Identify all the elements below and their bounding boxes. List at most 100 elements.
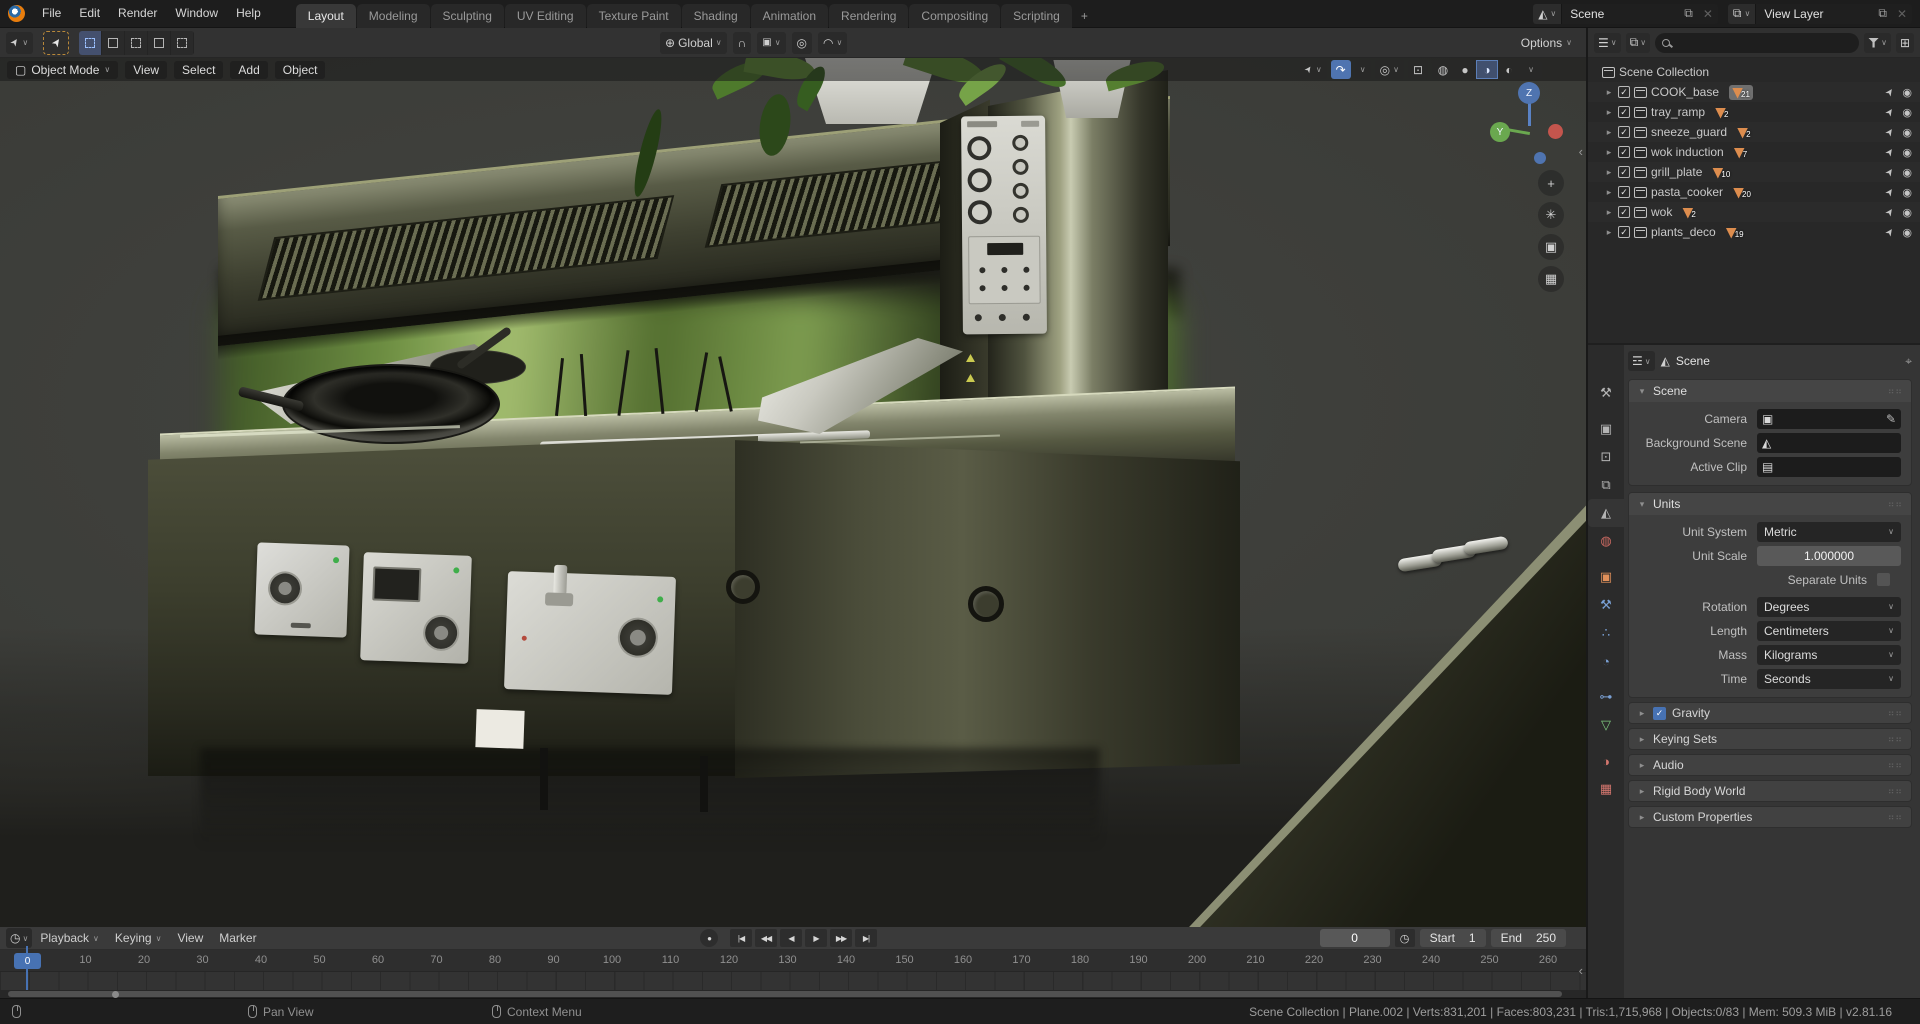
exclude-checkbox[interactable]: ✓ [1618, 166, 1630, 178]
outliner-row-sneeze-guard[interactable]: ▸ ✓ sneeze_guard 2 ➤ ◉ [1588, 122, 1920, 142]
start-frame-field[interactable]: Start 1 [1419, 929, 1486, 947]
menu-edit[interactable]: Edit [70, 0, 109, 27]
disclosure-icon[interactable]: ▸ [1604, 187, 1614, 198]
drag-handle-icon[interactable]: ⠶⠶ [1888, 708, 1903, 719]
tab-sculpting[interactable]: Sculpting [430, 3, 504, 28]
tab-object[interactable]: ▣ [1588, 563, 1624, 591]
menu-marker[interactable]: Marker [211, 931, 264, 945]
selectable-icon[interactable]: ➤ [1883, 145, 1897, 158]
zoom-button[interactable]: + [1538, 170, 1564, 196]
hide-viewport-icon[interactable]: ◉ [1902, 146, 1912, 159]
tab-uv-editing[interactable]: UV Editing [504, 3, 586, 28]
exclude-checkbox[interactable]: ✓ [1618, 206, 1630, 218]
tab-texture-paint[interactable]: Texture Paint [586, 3, 681, 28]
hide-viewport-icon[interactable]: ◉ [1902, 166, 1912, 179]
custom-properties-panel-header[interactable]: ▸ Custom Properties ⠶⠶ [1628, 806, 1912, 828]
prev-keyframe-button[interactable]: ◀◀ [755, 929, 777, 947]
current-frame-field[interactable]: 0 [1319, 929, 1390, 947]
gizmos-dropdown[interactable]: ∨ [1354, 60, 1371, 79]
units-panel-header[interactable]: ▾ Units ⠶⠶ [1629, 493, 1911, 515]
gravity-checkbox[interactable]: ✓ [1653, 706, 1666, 720]
hide-viewport-icon[interactable]: ◉ [1902, 186, 1912, 199]
pin-icon[interactable]: ⌖ [1905, 354, 1912, 369]
jump-to-end-button[interactable]: ▶| [855, 929, 877, 947]
length-dropdown[interactable]: Centimeters ∨ [1757, 620, 1901, 641]
menu-object[interactable]: Object [274, 60, 326, 79]
selectable-icon[interactable]: ➤ [1883, 205, 1897, 218]
menu-view[interactable]: View [125, 60, 168, 79]
selectable-icon[interactable]: ➤ [1883, 105, 1897, 118]
timeline-scrollbar[interactable] [0, 990, 1586, 998]
tab-compositing[interactable]: Compositing [909, 3, 1001, 28]
disclosure-icon[interactable]: ▸ [1604, 87, 1614, 98]
view-layer-browse-button[interactable]: ⧉ ∨ [1727, 3, 1756, 24]
axis-neg-z-handle[interactable] [1534, 152, 1546, 164]
hide-viewport-icon[interactable]: ◉ [1902, 86, 1912, 99]
next-keyframe-button[interactable]: ▶▶ [830, 929, 852, 947]
scene-name-field[interactable]: Scene [1561, 3, 1680, 24]
scene-unlink-button[interactable]: ✕ [1697, 3, 1718, 24]
shading-rendered-button[interactable]: ◐ [1498, 60, 1520, 79]
disclosure-icon[interactable]: ▸ [1604, 107, 1614, 118]
select-mode-invert-button[interactable] [148, 30, 172, 55]
3d-viewport[interactable]: ▢ Object Mode ∨ View Select Add Object ➤… [0, 58, 1586, 927]
outliner-editor-dropdown[interactable]: ☰ ∨ [1594, 32, 1621, 53]
disclosure-icon[interactable]: ▸ [1604, 167, 1614, 178]
camera-view-button[interactable]: ▣ [1538, 234, 1564, 260]
outliner-row-tray-ramp[interactable]: ▸ ✓ tray_ramp 2 ➤ ◉ [1588, 102, 1920, 122]
proportional-edit-button[interactable]: ◎ [791, 31, 813, 54]
hide-viewport-icon[interactable]: ◉ [1902, 126, 1912, 139]
timeline-ruler[interactable]: 0 10 20 30 40 50 60 70 80 90 100 110 120… [0, 950, 1586, 972]
hide-viewport-icon[interactable]: ◉ [1902, 226, 1912, 239]
view-layer-copy-button[interactable]: ⧉ [1873, 3, 1892, 24]
unit-scale-slider[interactable]: 1.000000 [1757, 545, 1901, 566]
active-tool-selector[interactable]: ➤ ∨ [6, 31, 34, 54]
outliner-row-grill-plate[interactable]: ▸ ✓ grill_plate 10 ➤ ◉ [1588, 162, 1920, 182]
exclude-checkbox[interactable]: ✓ [1618, 106, 1630, 118]
drag-handle-icon[interactable]: ⠶⠶ [1888, 812, 1903, 823]
tab-world[interactable]: ◍ [1588, 527, 1624, 555]
active-clip-field[interactable]: ▤ [1757, 456, 1901, 477]
select-mode-new-button[interactable] [79, 30, 103, 55]
tab-shading[interactable]: Shading [681, 3, 750, 28]
timeline-editor-dropdown[interactable]: ◷ ∨ [6, 928, 33, 948]
drag-handle-icon[interactable]: ⠶⠶ [1888, 386, 1903, 397]
tab-view-layer[interactable]: ⧉ [1588, 471, 1624, 499]
disclosure-icon[interactable]: ▸ [1604, 227, 1614, 238]
tab-modeling[interactable]: Modeling [356, 3, 430, 28]
drag-handle-icon[interactable]: ⠶⠶ [1888, 760, 1903, 771]
preview-range-button[interactable]: ◷ [1394, 929, 1415, 947]
view-layer-name-field[interactable]: View Layer [1755, 3, 1874, 24]
axis-z-handle[interactable]: Z [1518, 82, 1540, 104]
tab-material[interactable]: ◑ [1588, 747, 1624, 775]
shading-dropdown[interactable]: ∨ [1520, 60, 1542, 79]
exclude-checkbox[interactable]: ✓ [1618, 146, 1630, 158]
timeline-tracks[interactable] [0, 972, 1586, 990]
outliner-root-row[interactable]: Scene Collection [1588, 62, 1920, 82]
overlays-dropdown[interactable]: ◎ ∨ [1374, 60, 1404, 79]
end-frame-field[interactable]: End 250 [1490, 929, 1566, 947]
add-workspace-button[interactable]: + [1073, 4, 1096, 28]
outliner-search-input[interactable] [1675, 36, 1853, 49]
timeline-collapse-arrow[interactable]: ‹ [1579, 963, 1583, 978]
gizmo-visibility-dropdown[interactable]: ➤ ∨ [1300, 60, 1327, 79]
tab-tool[interactable]: ⚒ [1588, 379, 1624, 407]
snap-settings-dropdown[interactable]: ▣ ∨ [757, 31, 786, 54]
hide-viewport-icon[interactable]: ◉ [1902, 106, 1912, 119]
drag-handle-icon[interactable]: ⠶⠶ [1888, 499, 1903, 510]
menu-tl-view[interactable]: View [169, 931, 211, 945]
drag-handle-icon[interactable]: ⠶⠶ [1888, 786, 1903, 797]
tab-particles[interactable]: ∴ [1588, 619, 1624, 647]
shading-wireframe-button[interactable]: ◍ [1432, 60, 1454, 79]
select-mode-intersect-button[interactable] [171, 30, 195, 55]
select-mode-extend-button[interactable] [102, 30, 126, 55]
scrollbar-handle[interactable] [8, 991, 1562, 997]
jump-to-start-button[interactable]: |◀ [730, 929, 752, 947]
filter-dropdown[interactable]: ∨ [1864, 32, 1891, 53]
options-dropdown[interactable]: Options ∨ [1521, 36, 1572, 50]
move-view-button[interactable]: ✳ [1538, 202, 1564, 228]
separate-units-checkbox[interactable] [1877, 573, 1890, 586]
tab-texture[interactable]: ▦ [1588, 775, 1624, 803]
background-scene-field[interactable]: ◭ [1757, 432, 1901, 453]
navigation-gizmo[interactable]: Z Y [1490, 82, 1568, 166]
